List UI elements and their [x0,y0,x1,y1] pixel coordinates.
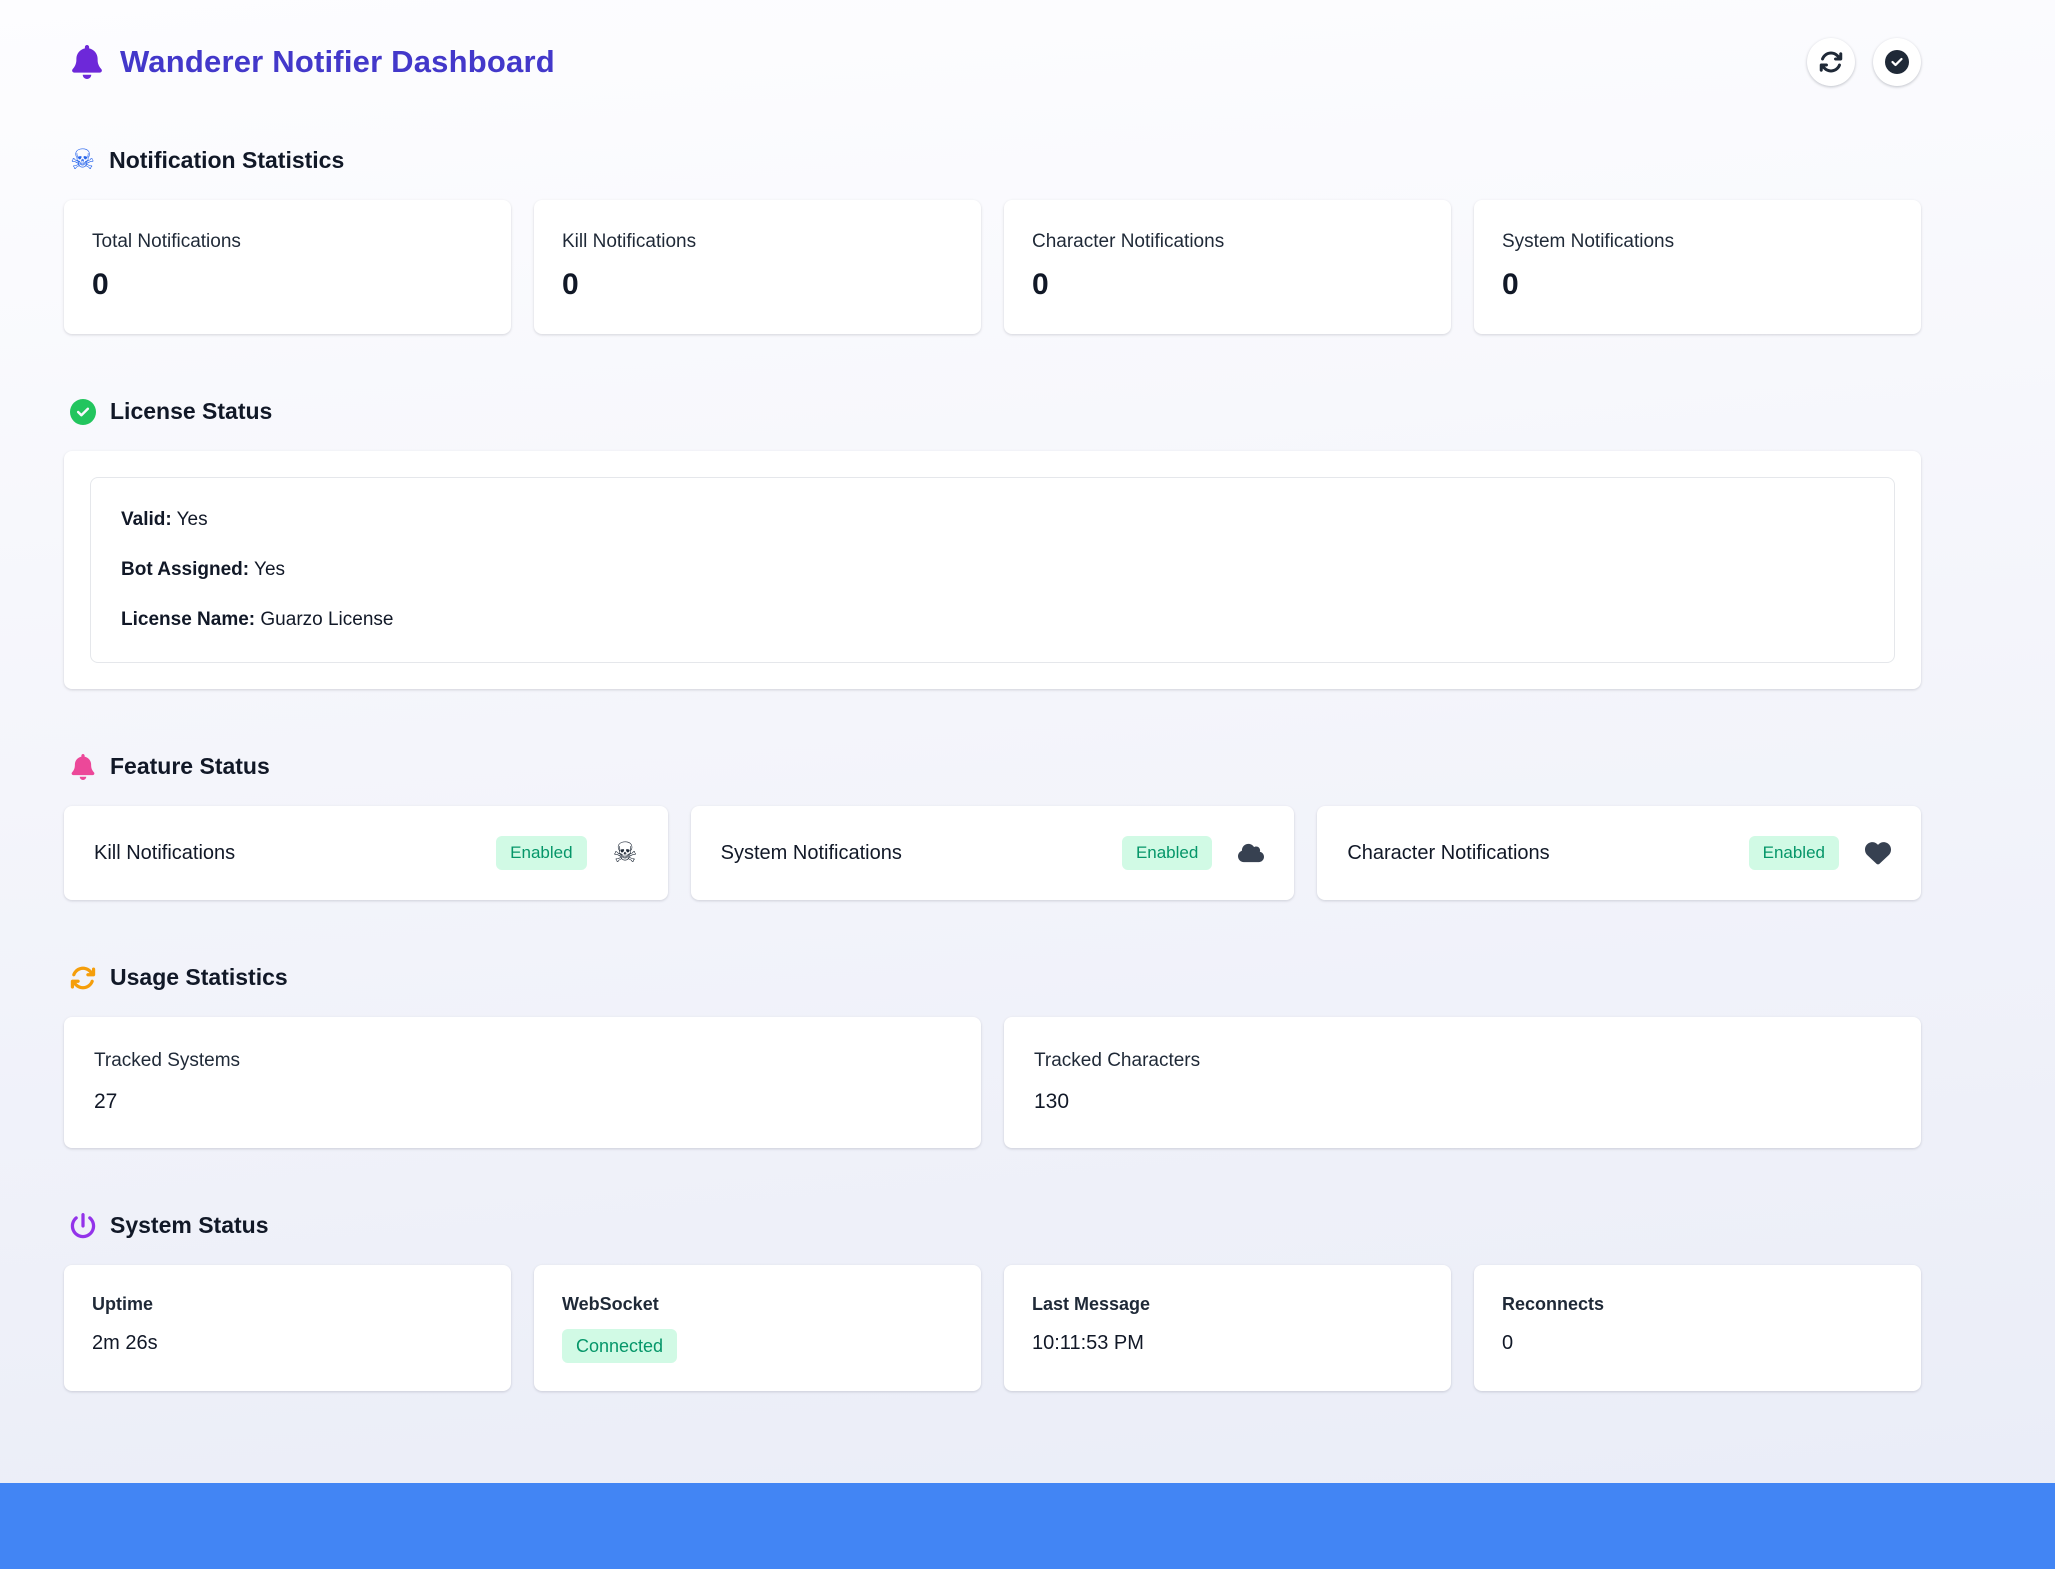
stat-label: Total Notifications [92,230,483,253]
feature-label: System Notifications [721,842,902,865]
feature-card-system-notifications: System Notifications Enabled [691,806,1295,900]
system-card-last-message: Last Message 10:11:53 PM [1004,1265,1451,1391]
license-card: Valid: Yes Bot Assigned: Yes License Nam… [64,451,1921,689]
usage-statistics-title: Usage Statistics [70,964,1921,991]
license-field-label: Bot Assigned: [121,559,249,580]
license-field-valid: Valid: Yes [121,508,1864,532]
license-status-title: License Status [70,398,1921,425]
license-field-value: Yes [249,559,285,580]
system-label: Reconnects [1502,1293,1893,1315]
system-status-section: System Status Uptime 2m 26s WebSocket Co… [64,1212,1921,1391]
status-badge: Enabled [1749,836,1839,870]
check-circle-icon [70,399,96,425]
stat-label: Character Notifications [1032,230,1423,253]
check-circle-icon [1885,50,1909,74]
stat-label: System Notifications [1502,230,1893,253]
system-card-websocket: WebSocket Connected [534,1265,981,1391]
feature-label: Kill Notifications [94,842,235,865]
refresh-icon [1819,50,1843,74]
system-status-title: System Status [70,1212,1921,1239]
system-value: 10:11:53 PM [1032,1329,1423,1357]
system-label: WebSocket [562,1293,953,1315]
license-field-label: Valid: [121,509,172,530]
license-field-license-name: License Name: Guarzo License [121,608,1864,632]
stat-card-total-notifications: Total Notifications 0 [64,200,511,334]
status-badge: Enabled [1122,836,1212,870]
footer-band [0,1483,2055,1569]
section-title-text: License Status [110,398,272,425]
feature-grid: Kill Notifications Enabled ☠ System Noti… [64,806,1921,900]
notification-stats-grid: Total Notifications 0 Kill Notifications… [64,200,1921,334]
feature-status-title: Feature Status [70,753,1921,780]
license-field-value: Guarzo License [255,609,393,630]
system-card-uptime: Uptime 2m 26s [64,1265,511,1391]
system-value: 2m 26s [92,1329,483,1357]
refresh-icon [70,965,96,991]
notification-statistics-title: ☠ Notification Statistics [70,146,1921,174]
license-status-section: License Status Valid: Yes Bot Assigned: … [64,398,1921,689]
stat-label: Kill Notifications [562,230,953,253]
skull-icon: ☠ [70,146,95,174]
dashboard-content: Wanderer Notifier Dashboard ☠ Notificati… [0,0,2055,1391]
status-badge: Enabled [496,836,586,870]
skull-icon: ☠ [613,839,638,867]
stat-value: 0 [562,266,953,304]
section-title-text: System Status [110,1212,269,1239]
stat-card-character-notifications: Character Notifications 0 [1004,200,1451,334]
cloud-icon [1238,840,1264,866]
stat-card-kill-notifications: Kill Notifications 0 [534,200,981,334]
stat-value: 0 [1502,266,1893,304]
status-check-button[interactable] [1873,38,1921,86]
feature-status-section: Feature Status Kill Notifications Enable… [64,753,1921,900]
connection-status-badge: Connected [562,1329,677,1363]
license-field-bot-assigned: Bot Assigned: Yes [121,558,1864,582]
system-value: Connected [562,1329,953,1363]
page-title: Wanderer Notifier Dashboard [120,44,555,80]
notification-statistics-section: ☠ Notification Statistics Total Notifica… [64,146,1921,334]
license-field-label: License Name: [121,609,255,630]
system-value: 0 [1502,1329,1893,1357]
feature-label: Character Notifications [1347,842,1549,865]
usage-label: Tracked Characters [1034,1049,1891,1072]
system-card-reconnects: Reconnects 0 [1474,1265,1921,1391]
usage-value: 130 [1034,1088,1891,1116]
system-label: Last Message [1032,1293,1423,1315]
system-label: Uptime [92,1293,483,1315]
dashboard-page: Wanderer Notifier Dashboard ☠ Notificati… [0,0,2055,1569]
bell-icon [70,754,96,780]
stat-card-system-notifications: System Notifications 0 [1474,200,1921,334]
heart-icon [1865,840,1891,866]
stat-value: 0 [1032,266,1423,304]
system-grid: Uptime 2m 26s WebSocket Connected Last M… [64,1265,1921,1391]
feature-card-character-notifications: Character Notifications Enabled [1317,806,1921,900]
power-icon [70,1213,96,1239]
header-actions [1807,38,1921,86]
section-title-text: Usage Statistics [110,964,288,991]
license-field-value: Yes [172,509,208,530]
usage-label: Tracked Systems [94,1049,951,1072]
usage-value: 27 [94,1088,951,1116]
section-title-text: Notification Statistics [109,147,344,174]
header: Wanderer Notifier Dashboard [64,38,1921,86]
usage-card-tracked-characters: Tracked Characters 130 [1004,1017,1921,1148]
usage-card-tracked-systems: Tracked Systems 27 [64,1017,981,1148]
section-title-text: Feature Status [110,753,270,780]
usage-statistics-section: Usage Statistics Tracked Systems 27 Trac… [64,964,1921,1148]
bell-icon [72,45,102,79]
stat-value: 0 [92,266,483,304]
license-details: Valid: Yes Bot Assigned: Yes License Nam… [90,477,1895,663]
refresh-button[interactable] [1807,38,1855,86]
feature-card-kill-notifications: Kill Notifications Enabled ☠ [64,806,668,900]
usage-grid: Tracked Systems 27 Tracked Characters 13… [64,1017,1921,1148]
